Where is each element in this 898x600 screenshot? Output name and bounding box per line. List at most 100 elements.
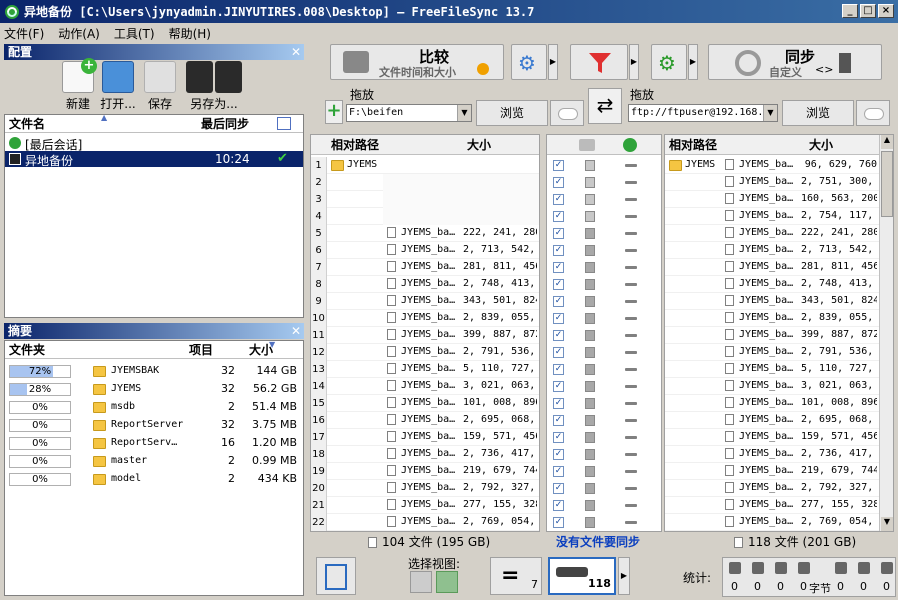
- table-row[interactable]: 21 JYEMS_ba… 277, 155, 328: [311, 497, 539, 514]
- no-action-icon[interactable]: [625, 504, 637, 507]
- table-row[interactable]: 6 JYEMS_ba… 2, 713, 542, …: [311, 242, 539, 259]
- table-row[interactable]: JYEMS_ba… 2, 839, 055, …: [665, 310, 879, 327]
- summary-row[interactable]: 0% model 2 434 KB: [5, 471, 303, 488]
- table-row[interactable]: 9 JYEMS_ba… 343, 501, 824: [311, 293, 539, 310]
- table-row[interactable]: 18 JYEMS_ba… 2, 736, 417, …: [311, 446, 539, 463]
- include-checkbox[interactable]: ✓: [553, 466, 564, 477]
- view-toggle-button[interactable]: [316, 557, 356, 595]
- scroll-down-arrow[interactable]: ▼: [881, 517, 893, 531]
- table-row[interactable]: JYEMS_ba… 281, 811, 456: [665, 259, 879, 276]
- table-row[interactable]: 13 JYEMS_ba… 5, 110, 727, …: [311, 361, 539, 378]
- table-row[interactable]: JYEMS_ba… 159, 571, 456: [665, 429, 879, 446]
- config-item-last-session[interactable]: [最后会话]: [5, 135, 303, 152]
- action-row[interactable]: ✓: [547, 157, 661, 174]
- right-col-rel-path[interactable]: 相对路径: [669, 135, 717, 155]
- include-checkbox[interactable]: ✓: [553, 245, 564, 256]
- new-config-button[interactable]: + 新建: [56, 58, 100, 112]
- table-row[interactable]: 5 JYEMS_ba… 222, 241, 280: [311, 225, 539, 242]
- action-row[interactable]: ✓: [547, 225, 661, 242]
- no-action-icon[interactable]: [625, 164, 637, 167]
- summary-close-icon[interactable]: ✕: [291, 323, 301, 339]
- menu-actions[interactable]: 动作(A): [58, 25, 100, 42]
- include-checkbox[interactable]: ✓: [553, 177, 564, 188]
- include-checkbox[interactable]: ✓: [553, 517, 564, 528]
- action-row[interactable]: ✓: [547, 276, 661, 293]
- sync-dropdown-arrow[interactable]: ▶: [688, 44, 698, 80]
- summary-row[interactable]: 0% master 2 0.99 MB: [5, 453, 303, 470]
- grid-scrollbar[interactable]: ▲ ▼: [879, 135, 893, 531]
- no-action-icon[interactable]: [625, 334, 637, 337]
- include-checkbox[interactable]: ✓: [553, 330, 564, 341]
- action-row[interactable]: ✓: [547, 480, 661, 497]
- include-checkbox[interactable]: ✓: [553, 432, 564, 443]
- action-row[interactable]: ✓: [547, 174, 661, 191]
- col-filename[interactable]: 文件名: [9, 115, 45, 133]
- table-row[interactable]: JYEMS_ba… 2, 769, 054, …: [665, 514, 879, 531]
- include-checkbox[interactable]: ✓: [553, 483, 564, 494]
- no-action-icon[interactable]: [625, 351, 637, 354]
- no-action-icon[interactable]: [625, 181, 637, 184]
- menu-tools[interactable]: 工具(T): [114, 25, 155, 42]
- table-row[interactable]: JYEMS_ba… 2, 713, 542, …: [665, 242, 879, 259]
- table-row[interactable]: 11 JYEMS_ba… 399, 887, 872: [311, 327, 539, 344]
- no-action-icon[interactable]: [625, 249, 637, 252]
- table-row[interactable]: 4: [311, 208, 539, 225]
- left-col-rel-path[interactable]: 相对路径: [331, 135, 379, 155]
- table-row[interactable]: JYEMS_ba… 101, 008, 896: [665, 395, 879, 412]
- close-button[interactable]: ×: [878, 4, 894, 18]
- action-row[interactable]: ✓: [547, 344, 661, 361]
- action-row[interactable]: ✓: [547, 463, 661, 480]
- table-row[interactable]: 8 JYEMS_ba… 2, 748, 413, …: [311, 276, 539, 293]
- add-folder-pair-button[interactable]: +: [325, 100, 343, 124]
- left-col-size[interactable]: 大小: [467, 135, 491, 155]
- action-row[interactable]: ✓: [547, 446, 661, 463]
- summary-row[interactable]: 0% ReportServ… 16 1.20 MB: [5, 435, 303, 452]
- table-row[interactable]: 14 JYEMS_ba… 3, 021, 063, …: [311, 378, 539, 395]
- synchronize-button[interactable]: 同步 自定义 <>: [708, 44, 882, 80]
- sync-settings-button[interactable]: ⚙: [651, 44, 687, 80]
- action-row[interactable]: ✓: [547, 310, 661, 327]
- table-row[interactable]: JYEMS_ba… 2, 736, 417, …: [665, 446, 879, 463]
- col-last-sync[interactable]: 最后同步: [201, 115, 249, 133]
- no-action-icon[interactable]: [625, 266, 637, 269]
- table-row[interactable]: JYEMS_ba… 3, 021, 063, …: [665, 378, 879, 395]
- table-row[interactable]: 17 JYEMS_ba… 159, 571, 456: [311, 429, 539, 446]
- summary-row[interactable]: 28% JYEMS 32 56.2 GB: [5, 381, 303, 398]
- no-action-icon[interactable]: [625, 368, 637, 371]
- compare-button[interactable]: 比较 文件时间和大小: [330, 44, 504, 80]
- no-action-icon[interactable]: [625, 317, 637, 320]
- action-row[interactable]: ✓: [547, 378, 661, 395]
- no-action-icon[interactable]: [625, 453, 637, 456]
- no-action-icon[interactable]: [625, 487, 637, 490]
- no-action-icon[interactable]: [625, 402, 637, 405]
- include-checkbox[interactable]: ✓: [553, 262, 564, 273]
- left-file-grid[interactable]: 相对路径 大小 1 JYEMS 2 3 4 5 JYEMS_ba… 222, 241, 280…: [310, 134, 540, 532]
- no-action-icon[interactable]: [625, 419, 637, 422]
- include-checkbox[interactable]: ✓: [553, 364, 564, 375]
- table-row[interactable]: JYEMS_ba… 2, 754, 117, …: [665, 208, 879, 225]
- left-browse-button[interactable]: 浏览: [476, 100, 548, 126]
- action-row[interactable]: ✓: [547, 395, 661, 412]
- action-row[interactable]: ✓: [547, 191, 661, 208]
- table-row[interactable]: JYEMS_ba… 2, 792, 327, …: [665, 480, 879, 497]
- action-row[interactable]: ✓: [547, 497, 661, 514]
- table-row[interactable]: 15 JYEMS_ba… 101, 008, 896: [311, 395, 539, 412]
- right-cloud-button[interactable]: [856, 100, 890, 126]
- table-row[interactable]: JYEMS_ba… 2, 695, 068, …: [665, 412, 879, 429]
- include-checkbox[interactable]: ✓: [553, 415, 564, 426]
- action-row[interactable]: ✓: [547, 293, 661, 310]
- right-file-grid[interactable]: 相对路径 大小 JYEMS JYEMS_ba… 96, 629, 760 JYEMS_…: [664, 134, 894, 532]
- summary-row[interactable]: 0% msdb 2 51.4 MB: [5, 399, 303, 416]
- summary-row[interactable]: 72% JYEMSBAK 32 144 GB: [5, 363, 303, 380]
- right-folder-path[interactable]: ftp://ftpuser@192.168. ▼: [628, 104, 778, 122]
- filter-dropdown-arrow[interactable]: ▶: [629, 44, 639, 80]
- table-row[interactable]: 2: [311, 174, 539, 191]
- action-row[interactable]: ✓: [547, 327, 661, 344]
- table-row[interactable]: 7 JYEMS_ba… 281, 811, 456: [311, 259, 539, 276]
- include-checkbox[interactable]: ✓: [553, 347, 564, 358]
- table-row[interactable]: JYEMS JYEMS_ba… 96, 629, 760: [665, 157, 879, 174]
- scroll-up-arrow[interactable]: ▲: [881, 135, 893, 149]
- include-checkbox[interactable]: ✓: [553, 160, 564, 171]
- maximize-button[interactable]: □: [860, 4, 876, 18]
- no-action-icon[interactable]: [625, 436, 637, 439]
